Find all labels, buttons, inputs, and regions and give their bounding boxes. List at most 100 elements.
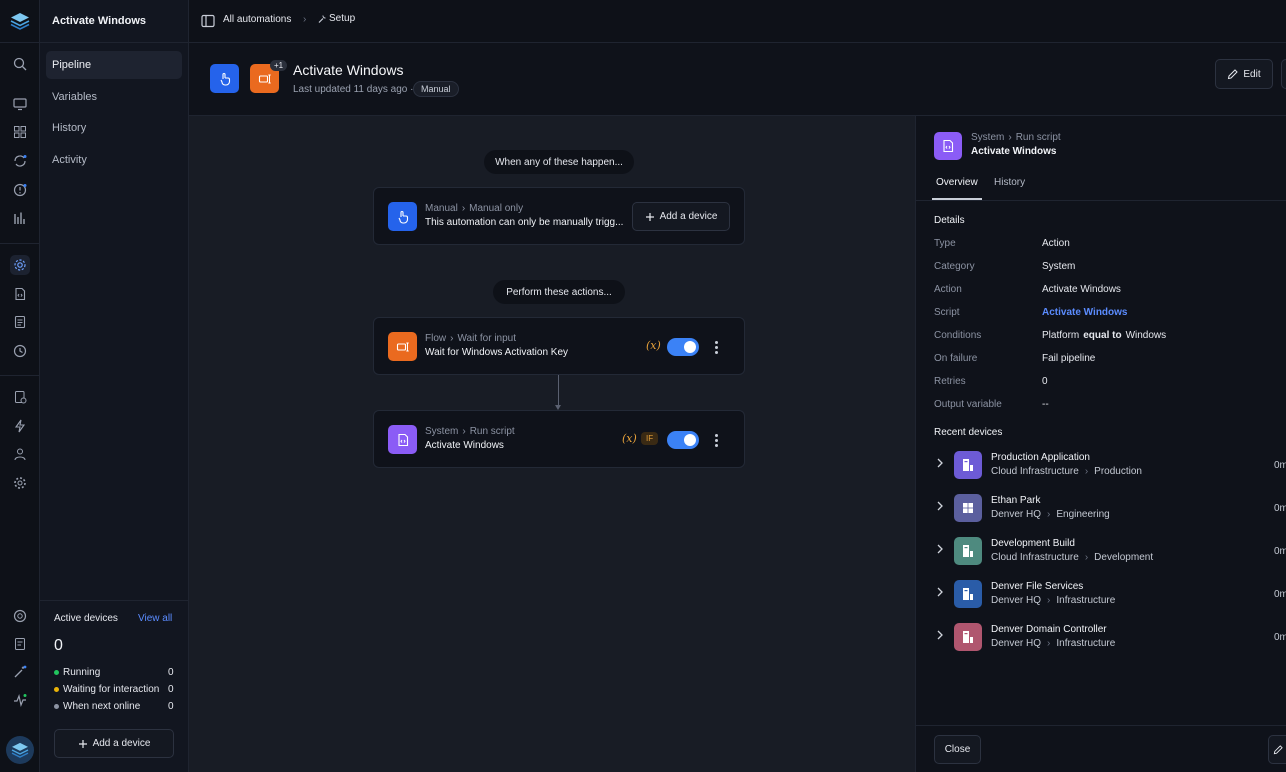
trigger-card[interactable]: Manual › Manual only This automation can o… xyxy=(373,187,745,245)
magic-icon[interactable] xyxy=(10,662,30,682)
action-enabled-toggle[interactable] xyxy=(667,431,699,449)
status-count: 0 xyxy=(168,701,174,712)
tab-history[interactable]: History xyxy=(994,177,1025,188)
detail-value: -- xyxy=(1042,399,1049,410)
device-time: 0m xyxy=(1274,632,1286,643)
device-time: 0m xyxy=(1274,589,1286,600)
detail-key: Script xyxy=(934,307,960,318)
script-icon[interactable] xyxy=(10,284,30,304)
connector-line xyxy=(558,375,559,408)
active-devices-count: 0 xyxy=(54,637,63,654)
input-wait-icon xyxy=(388,332,417,361)
chevron-right-icon[interactable] xyxy=(936,544,944,554)
active-devices-title: Active devices xyxy=(54,613,118,624)
add-device-button[interactable]: Add a device xyxy=(54,729,174,758)
sidebar-item-variables[interactable]: Variables xyxy=(46,83,182,111)
checklist-icon[interactable] xyxy=(10,387,30,407)
chevron-right-icon: › xyxy=(1084,552,1089,563)
device-name: Production Application xyxy=(991,452,1090,463)
device-time: 0m xyxy=(1274,546,1286,557)
server-icon xyxy=(954,537,982,565)
device-name: Denver Domain Controller xyxy=(991,624,1107,635)
avatar[interactable] xyxy=(6,736,34,764)
device-row[interactable]: Development Build Cloud Infrastructure › D… xyxy=(916,534,1286,577)
breadcrumb-root[interactable]: All automations xyxy=(223,14,291,25)
chevron-right-icon[interactable] xyxy=(936,501,944,511)
view-all-link[interactable]: View all xyxy=(138,613,172,624)
panel-breadcrumb: System › Run script xyxy=(971,132,1061,143)
device-time: 0m xyxy=(1274,503,1286,514)
device-subgroup: Production xyxy=(1094,466,1142,477)
pencil-icon xyxy=(1273,744,1283,754)
crumb-part: Wait for input xyxy=(457,333,517,344)
monitor-icon[interactable] xyxy=(10,94,30,114)
automation-icon[interactable] xyxy=(10,255,30,275)
page-title: Activate Windows xyxy=(293,62,404,78)
search-icon[interactable] xyxy=(10,54,30,74)
logo-icon[interactable] xyxy=(10,11,30,31)
panel-edit-button[interactable] xyxy=(1268,735,1286,764)
status-label: Waiting for interaction xyxy=(63,684,160,695)
device-row[interactable]: Denver Domain Controller Denver HQ › Infra… xyxy=(916,620,1286,663)
notes-icon[interactable] xyxy=(10,634,30,654)
chevron-right-icon: › xyxy=(303,14,307,25)
device-name: Ethan Park xyxy=(991,495,1041,506)
device-time: 0m xyxy=(1274,460,1286,471)
status-dot xyxy=(54,687,59,692)
chevron-right-icon[interactable] xyxy=(936,630,944,640)
pipeline-canvas: When any of these happen... Manual › Manua… xyxy=(189,116,915,772)
device-subgroup: Development xyxy=(1094,552,1154,563)
recent-devices-heading: Recent devices xyxy=(934,427,1003,438)
sidebar-toggle-icon[interactable] xyxy=(201,14,215,28)
detail-key: Conditions xyxy=(934,330,982,341)
close-button[interactable]: Close xyxy=(934,735,981,764)
device-row[interactable]: Production Application Cloud Infrastruct… xyxy=(916,448,1286,491)
detail-value: System xyxy=(1042,261,1076,272)
chevron-right-icon[interactable] xyxy=(936,458,944,468)
gear-icon[interactable] xyxy=(10,473,30,493)
sidebar-item-pipeline[interactable]: Pipeline xyxy=(46,51,182,79)
detail-key: Action xyxy=(934,284,962,295)
kebab-menu-icon[interactable] xyxy=(715,434,719,449)
device-row[interactable]: Denver File Services Denver HQ › Infrastru… xyxy=(916,577,1286,620)
details-heading: Details xyxy=(934,215,965,226)
chevron-right-icon[interactable] xyxy=(936,587,944,597)
crumb-part: System xyxy=(425,426,459,437)
detail-value: 0 xyxy=(1042,376,1048,387)
sidebar-item-label: Variables xyxy=(52,91,98,103)
lightning-icon[interactable] xyxy=(10,416,30,436)
more-button[interactable] xyxy=(1281,59,1286,89)
add-device-button[interactable]: Add a device xyxy=(632,202,730,231)
activity-icon[interactable] xyxy=(10,690,30,710)
chevron-right-icon: › xyxy=(1047,509,1051,520)
sidebar-item-label: Activity xyxy=(52,154,87,166)
script-link[interactable]: Activate Windows xyxy=(1042,307,1127,318)
sync-icon[interactable] xyxy=(10,151,30,171)
sidebar-item-history[interactable]: History xyxy=(46,114,182,142)
history-icon[interactable] xyxy=(10,341,30,361)
script-icon xyxy=(388,425,417,454)
action-enabled-toggle[interactable] xyxy=(667,338,699,356)
condition-operator: equal to xyxy=(1083,330,1122,341)
grid-icon[interactable] xyxy=(10,122,30,142)
user-icon[interactable] xyxy=(10,444,30,464)
conditions-value: Platform equal to Windows xyxy=(1042,330,1166,341)
condition-value: Windows xyxy=(1125,330,1167,341)
sidebar-item-activity[interactable]: Activity xyxy=(46,146,182,174)
detail-key: Output variable xyxy=(934,399,1002,410)
device-subgroup: Infrastructure xyxy=(1056,638,1116,649)
detail-value: Action xyxy=(1042,238,1070,249)
kebab-menu-icon[interactable] xyxy=(715,341,719,356)
device-name: Development Build xyxy=(991,538,1075,549)
device-row[interactable]: Ethan Park Denver HQ › Engineering 0m xyxy=(916,491,1286,534)
actions-heading: Perform these actions... xyxy=(493,280,625,304)
action-card-run-script[interactable]: System › Run script Activate Windows (x) I… xyxy=(373,410,745,468)
app-title: Activate Windows xyxy=(52,15,147,27)
reports-icon[interactable] xyxy=(10,208,30,228)
alert-clock-icon[interactable] xyxy=(10,180,30,200)
action-card-wait-input[interactable]: Flow › Wait for input Wait for Windows Act… xyxy=(373,317,745,375)
edit-button[interactable]: Edit xyxy=(1215,59,1273,89)
document-icon[interactable] xyxy=(10,312,30,332)
support-icon[interactable] xyxy=(10,606,30,626)
tab-overview[interactable]: Overview xyxy=(936,177,978,188)
